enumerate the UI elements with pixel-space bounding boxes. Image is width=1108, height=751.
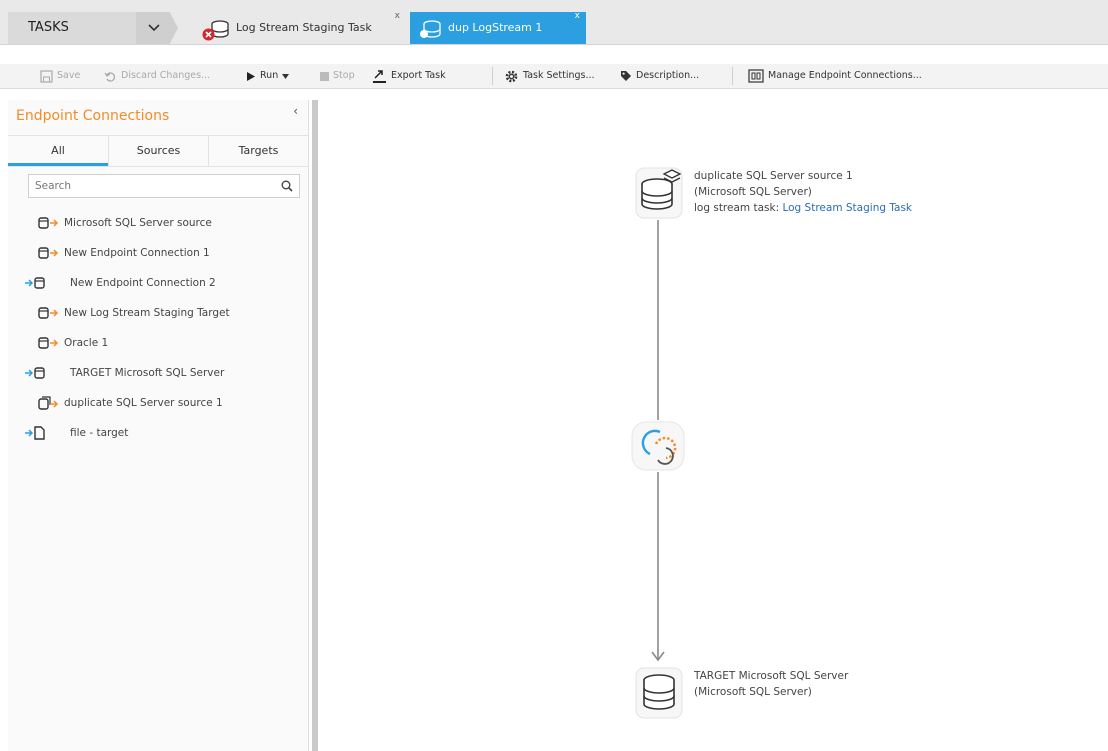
tab-targets[interactable]: Targets	[208, 136, 308, 166]
save-label: Save	[57, 70, 81, 81]
search-input[interactable]	[29, 175, 265, 197]
list-item-label: New Endpoint Connection 2	[70, 277, 216, 289]
search-box	[28, 174, 300, 198]
task-toolbar: Save Discard Changes... Run Stop Export …	[0, 64, 1108, 89]
endpoint-filter-tabs: All Sources Targets	[8, 135, 308, 167]
manage-endpoints-label: Manage Endpoint Connections...	[768, 70, 922, 81]
tab-sources[interactable]: Sources	[108, 136, 208, 166]
target-endpoint-icon	[25, 367, 45, 379]
list-item-label: file - target	[70, 427, 129, 439]
database-source-icon	[635, 167, 683, 219]
source-endpoint-icon	[38, 247, 59, 259]
stop-label: Stop	[333, 70, 355, 81]
file-target-endpoint-icon	[25, 426, 45, 440]
close-icon[interactable]: x	[575, 0, 580, 32]
error-badge-icon	[202, 28, 215, 41]
log-stream-prefix: log stream task:	[694, 202, 780, 214]
duplicate-source-endpoint-icon	[38, 396, 59, 410]
list-item-label: New Endpoint Connection 1	[64, 247, 210, 259]
list-item[interactable]: file - target	[8, 418, 308, 448]
list-item[interactable]: TARGET Microsoft SQL Server	[8, 358, 308, 388]
panel-title: Endpoint Connections	[16, 108, 170, 124]
tasks-menu[interactable]: TASKS	[8, 12, 136, 44]
list-item-label: TARGET Microsoft SQL Server	[70, 367, 225, 379]
list-item-label: Microsoft SQL Server source	[64, 217, 212, 229]
task-tab-log-stream-staging[interactable]: Log Stream Staging Task x	[198, 11, 406, 44]
source-node-log-stream: log stream task: Log Stream Staging Task	[694, 200, 912, 216]
task-tab-dup-logstream[interactable]: dup LogStream 1 x	[410, 11, 586, 44]
export-label: Export Task	[391, 70, 446, 81]
target-endpoint-icon	[25, 277, 45, 289]
close-icon[interactable]: x	[395, 0, 400, 32]
task-settings-label: Task Settings...	[523, 70, 595, 81]
undo-icon	[104, 71, 116, 82]
description-label: Description...	[636, 70, 700, 81]
stop-icon	[320, 71, 329, 81]
task-tab-bar: TASKS Log Stream Staging Task x dup LogS…	[0, 0, 1108, 45]
tasks-dropdown-button[interactable]	[136, 12, 178, 44]
database-task-icon	[420, 20, 441, 38]
save-icon	[40, 69, 53, 83]
gear-icon	[505, 70, 518, 82]
list-item-label: New Log Stream Staging Target	[64, 307, 230, 319]
list-item[interactable]: New Endpoint Connection 2	[8, 268, 308, 298]
list-item[interactable]: New Endpoint Connection 1	[8, 238, 308, 268]
discard-changes-button[interactable]: Discard Changes...	[104, 64, 210, 88]
target-node-type: (Microsoft SQL Server)	[694, 686, 812, 698]
endpoint-list: Microsoft SQL Server source New Endpoint…	[8, 208, 308, 448]
source-endpoint-icon	[38, 217, 59, 229]
run-button[interactable]: Run	[246, 64, 290, 88]
endpoint-connections-icon	[748, 69, 764, 83]
database-target-icon	[635, 667, 683, 719]
discard-label: Discard Changes...	[121, 70, 211, 81]
target-endpoint-node[interactable]	[634, 666, 684, 720]
list-item-label: duplicate SQL Server source 1	[64, 397, 223, 409]
description-button[interactable]: Description...	[620, 64, 699, 88]
source-endpoint-icon	[38, 337, 59, 349]
export-icon	[373, 69, 386, 83]
task-settings-button[interactable]: Task Settings...	[504, 64, 595, 88]
target-node-name: TARGET Microsoft SQL Server	[694, 670, 849, 682]
run-label: Run	[260, 70, 279, 81]
save-button[interactable]: Save	[40, 64, 80, 88]
list-item-label: Oracle 1	[64, 337, 109, 349]
source-node-type: (Microsoft SQL Server)	[694, 186, 812, 198]
list-item[interactable]: Microsoft SQL Server source	[8, 208, 308, 238]
list-item[interactable]: New Log Stream Staging Target	[8, 298, 308, 328]
replication-task-node[interactable]	[630, 420, 686, 472]
toolbar-divider	[732, 67, 733, 85]
list-item[interactable]: Oracle 1	[8, 328, 308, 358]
target-node-label: TARGET Microsoft SQL Server (Microsoft S…	[694, 668, 848, 700]
task-tab-label: Log Stream Staging Task	[236, 21, 372, 34]
task-tab-label: dup LogStream 1	[448, 21, 543, 34]
source-node-name: duplicate SQL Server source 1	[694, 170, 853, 182]
collapse-panel-button[interactable]: ‹	[293, 104, 298, 118]
source-node-label: duplicate SQL Server source 1 (Microsoft…	[694, 168, 912, 216]
source-endpoint-node[interactable]	[634, 166, 684, 220]
tab-all[interactable]: All	[8, 136, 108, 166]
toolbar-divider	[492, 67, 493, 85]
search-icon[interactable]	[281, 180, 293, 192]
export-task-button[interactable]: Export Task	[372, 64, 446, 88]
list-item[interactable]: duplicate SQL Server source 1	[8, 388, 308, 418]
caret-down-icon	[282, 73, 290, 79]
endpoint-connections-panel: Endpoint Connections ‹ All Sources Targe…	[8, 100, 309, 751]
task-designer-canvas: duplicate SQL Server source 1 (Microsoft…	[318, 100, 1108, 751]
log-stream-task-link[interactable]: Log Stream Staging Task	[782, 202, 912, 214]
play-icon	[247, 71, 255, 81]
tasks-label: TASKS	[28, 20, 69, 35]
stop-button[interactable]: Stop	[320, 64, 355, 88]
chevron-down-icon	[148, 24, 160, 32]
manage-endpoint-connections-button[interactable]: Manage Endpoint Connections...	[748, 64, 922, 88]
replication-sync-icon	[631, 421, 685, 471]
tag-icon	[621, 71, 631, 81]
source-endpoint-icon	[38, 307, 59, 319]
